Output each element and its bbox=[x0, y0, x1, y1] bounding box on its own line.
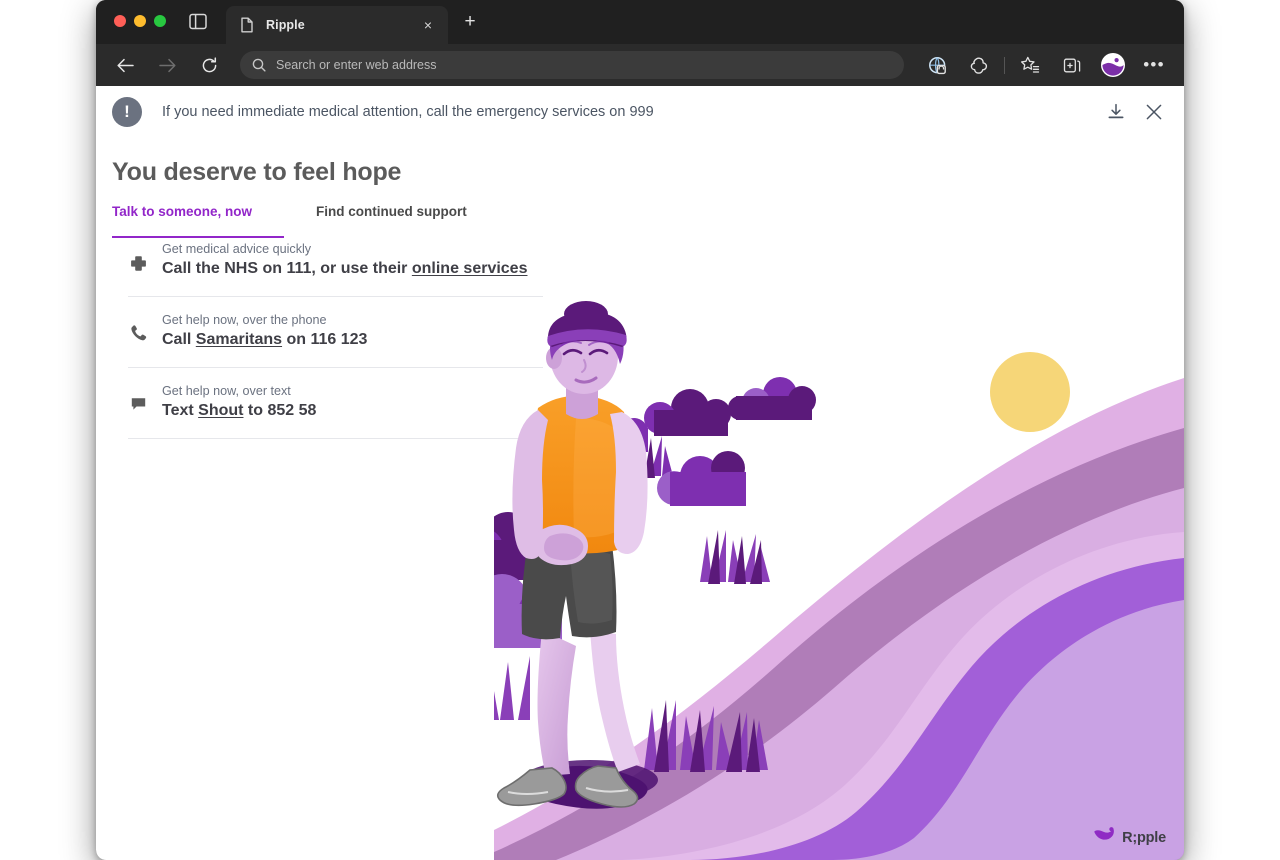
emergency-alert-banner: ! If you need immediate medical attentio… bbox=[96, 86, 1184, 138]
favorites-star-icon[interactable] bbox=[1017, 52, 1043, 78]
hill-light-far bbox=[494, 378, 1184, 860]
more-options-icon[interactable]: ••• bbox=[1141, 52, 1167, 78]
ripple-logo-text: R;pple bbox=[1122, 830, 1166, 846]
tank-top bbox=[531, 396, 629, 554]
emergency-alert-text: If you need immediate medical attention,… bbox=[162, 104, 654, 120]
list-item[interactable]: Get medical advice quickly Call the NHS … bbox=[128, 230, 543, 297]
medical-cross-icon bbox=[128, 253, 148, 273]
person-shadow bbox=[522, 760, 658, 800]
browser-tab-title: Ripple bbox=[266, 18, 420, 32]
back-arrow-icon[interactable] bbox=[110, 50, 140, 80]
list-item[interactable]: Get help now, over the phone Call Samari… bbox=[128, 297, 543, 368]
phone-icon bbox=[128, 322, 148, 342]
ripple-swoosh-icon bbox=[1093, 827, 1115, 848]
samaritans-link[interactable]: Samaritans bbox=[196, 331, 282, 348]
grass-lower-dark bbox=[654, 700, 760, 772]
list-item-label: Get help now, over the phone bbox=[162, 313, 543, 327]
bush-cluster-right bbox=[519, 377, 816, 468]
list-item-text-before: Call the NHS on 111, or use their bbox=[162, 260, 412, 277]
list-item-text: Text Shout to 852 58 bbox=[162, 402, 543, 420]
hill-band-light bbox=[556, 488, 1184, 860]
toolbar-divider bbox=[1004, 57, 1005, 74]
grass-left bbox=[494, 656, 530, 720]
path-inner-light bbox=[830, 600, 1184, 860]
ear bbox=[546, 347, 562, 369]
tab-close-icon[interactable]: × bbox=[420, 17, 436, 33]
page-title: You deserve to feel hope bbox=[112, 158, 401, 187]
hero-illustration bbox=[494, 300, 1184, 860]
address-bar[interactable] bbox=[240, 51, 904, 79]
reload-icon[interactable] bbox=[194, 50, 224, 80]
hair bbox=[550, 312, 624, 364]
close-window-button[interactable] bbox=[114, 15, 126, 27]
browser-window: Ripple × + bbox=[96, 0, 1184, 860]
hill-mid bbox=[494, 428, 1184, 860]
tab-strip: Ripple × + bbox=[96, 0, 1184, 44]
download-icon[interactable] bbox=[1106, 102, 1126, 122]
shoe-right bbox=[576, 766, 638, 807]
hat-top bbox=[564, 301, 608, 327]
ripple-logo: R;pple bbox=[1093, 827, 1166, 848]
search-input[interactable] bbox=[276, 58, 904, 72]
list-item-text-before: Call bbox=[162, 331, 196, 348]
list-item-text: Call the NHS on 111, or use their online… bbox=[162, 260, 543, 278]
grass-ridge-dark bbox=[594, 432, 655, 492]
forward-arrow-icon[interactable] bbox=[152, 50, 182, 80]
path-shape bbox=[622, 532, 1184, 860]
resource-list: Get medical advice quickly Call the NHS … bbox=[128, 230, 543, 439]
maximize-window-button[interactable] bbox=[154, 15, 166, 27]
shout-link[interactable]: Shout bbox=[198, 402, 243, 419]
shorts bbox=[522, 537, 617, 639]
profile-avatar-icon[interactable] bbox=[1101, 53, 1125, 77]
alert-exclamation-icon: ! bbox=[112, 97, 142, 127]
browser-tab-ripple[interactable]: Ripple × bbox=[226, 6, 448, 44]
close-icon[interactable] bbox=[1144, 102, 1164, 122]
brow-left bbox=[562, 341, 581, 345]
grass-ridge bbox=[588, 432, 673, 490]
list-item-label: Get medical advice quickly bbox=[162, 242, 543, 256]
hat-band bbox=[547, 329, 626, 346]
leg-right bbox=[590, 630, 640, 772]
nose bbox=[582, 360, 586, 372]
path-stripe bbox=[690, 558, 1184, 860]
sun-shape bbox=[990, 352, 1070, 432]
list-item-text-after: on 116 123 bbox=[282, 331, 367, 348]
bush-foreground bbox=[657, 451, 746, 506]
mouth bbox=[576, 378, 596, 382]
page-content: ! If you need immediate medical attentio… bbox=[96, 86, 1184, 860]
document-icon bbox=[240, 17, 254, 33]
list-item-label: Get help now, over text bbox=[162, 384, 543, 398]
head bbox=[550, 318, 618, 394]
brow-right bbox=[589, 341, 608, 345]
hands bbox=[534, 525, 588, 565]
copilot-icon[interactable] bbox=[966, 52, 992, 78]
list-item-text: Call Samaritans on 116 123 bbox=[162, 331, 543, 349]
grass-mid-dark bbox=[708, 530, 762, 584]
banner-actions bbox=[1106, 102, 1164, 122]
grass-mid bbox=[700, 530, 770, 582]
list-item[interactable]: Get help now, over text Text Shout to 85… bbox=[128, 368, 543, 439]
arm-right bbox=[610, 412, 648, 554]
collections-icon[interactable] bbox=[1059, 52, 1085, 78]
list-item-text-before: Text bbox=[162, 402, 198, 419]
split-screen-icon[interactable] bbox=[924, 52, 950, 78]
sidebar-toggle-icon[interactable] bbox=[189, 13, 207, 30]
bush-cluster-left bbox=[494, 512, 562, 648]
window-traffic-lights bbox=[114, 15, 166, 27]
minimize-window-button[interactable] bbox=[134, 15, 146, 27]
chat-bubble-icon bbox=[128, 393, 148, 413]
online-services-link[interactable]: online services bbox=[412, 260, 528, 277]
browser-toolbar: ••• bbox=[96, 44, 1184, 86]
leg-left bbox=[538, 630, 577, 776]
eye-left bbox=[564, 350, 581, 354]
list-item-text-after: to 852 58 bbox=[243, 402, 316, 419]
neck bbox=[566, 384, 598, 419]
eye-right bbox=[590, 350, 607, 354]
grass-lower bbox=[644, 700, 768, 770]
hat bbox=[548, 312, 627, 347]
search-icon bbox=[252, 58, 266, 72]
new-tab-button[interactable]: + bbox=[460, 12, 480, 32]
